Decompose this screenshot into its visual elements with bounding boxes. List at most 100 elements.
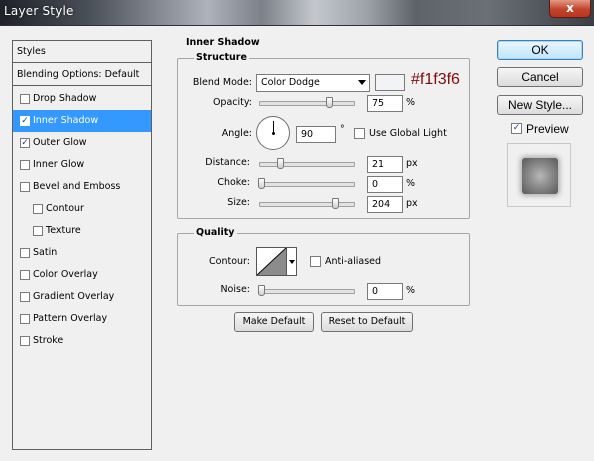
style-item-contour[interactable]: Contour bbox=[13, 198, 151, 220]
choke-label: Choke: bbox=[217, 177, 250, 188]
checkmark-icon: ✓ bbox=[21, 138, 29, 148]
styles-header[interactable]: Styles bbox=[13, 41, 151, 63]
style-item-label: Texture bbox=[46, 225, 81, 236]
style-item-checkbox[interactable] bbox=[20, 270, 30, 280]
opacity-slider-thumb[interactable] bbox=[325, 97, 333, 108]
angle-dial-center bbox=[272, 132, 275, 135]
style-item-checkbox[interactable] bbox=[20, 94, 30, 104]
style-item-satin[interactable]: Satin bbox=[13, 242, 151, 264]
style-item-label: Bevel and Emboss bbox=[33, 181, 121, 192]
noise-slider-thumb[interactable] bbox=[258, 285, 265, 296]
style-item-drop-shadow[interactable]: Drop Shadow bbox=[13, 88, 151, 110]
style-item-label: Inner Glow bbox=[33, 159, 85, 170]
style-item-label: Color Overlay bbox=[33, 269, 98, 280]
size-label: Size: bbox=[227, 197, 250, 208]
opacity-unit: % bbox=[406, 97, 416, 108]
size-unit: px bbox=[406, 198, 418, 209]
style-item-label: Stroke bbox=[33, 335, 64, 346]
style-item-checkbox[interactable]: ✓ bbox=[20, 116, 30, 126]
angle-dial[interactable] bbox=[256, 116, 290, 150]
style-item-label: Satin bbox=[33, 247, 58, 258]
opacity-slider[interactable] bbox=[259, 101, 355, 106]
angle-unit: ° bbox=[340, 124, 345, 135]
ok-button[interactable]: OK bbox=[497, 40, 583, 60]
style-item-label: Drop Shadow bbox=[33, 93, 97, 104]
contour-label: Contour: bbox=[209, 256, 250, 267]
cancel-button[interactable]: Cancel bbox=[497, 67, 583, 87]
choke-slider-thumb[interactable] bbox=[258, 178, 265, 189]
style-item-checkbox[interactable] bbox=[20, 336, 30, 346]
style-item-checkbox[interactable] bbox=[20, 314, 30, 324]
style-item-checkbox[interactable] bbox=[20, 292, 30, 302]
style-item-checkbox[interactable]: ✓ bbox=[20, 138, 30, 148]
style-item-label: Contour bbox=[46, 203, 84, 214]
contour-preview[interactable] bbox=[256, 247, 287, 276]
new-style-button[interactable]: New Style... bbox=[497, 95, 583, 115]
blend-mode-select[interactable]: Color Dodge bbox=[256, 74, 370, 92]
style-item-label: Pattern Overlay bbox=[33, 313, 108, 324]
distance-slider-thumb[interactable] bbox=[276, 158, 284, 169]
size-slider[interactable] bbox=[259, 202, 355, 207]
style-item-outer-glow[interactable]: ✓ Outer Glow bbox=[13, 132, 151, 154]
angle-label: Angle: bbox=[221, 128, 252, 139]
opacity-input[interactable]: 75 bbox=[367, 95, 403, 112]
style-item-inner-shadow[interactable]: ✓ Inner Shadow bbox=[13, 110, 151, 132]
preview-checkbox[interactable]: ✓ bbox=[511, 123, 522, 134]
style-item-texture[interactable]: Texture bbox=[13, 220, 151, 242]
choke-slider[interactable] bbox=[259, 182, 355, 187]
choke-unit: % bbox=[406, 178, 416, 189]
reset-to-default-button[interactable]: Reset to Default bbox=[321, 312, 413, 332]
close-button[interactable]: x bbox=[549, 0, 591, 18]
distance-input[interactable]: 21 bbox=[367, 156, 403, 173]
styles-header-label: Styles bbox=[17, 46, 46, 57]
blend-mode-value: Color Dodge bbox=[261, 77, 320, 88]
style-item-pattern-overlay[interactable]: Pattern Overlay bbox=[13, 308, 151, 330]
anti-aliased-checkbox[interactable] bbox=[310, 256, 321, 267]
distance-label: Distance: bbox=[205, 157, 250, 168]
choke-input[interactable]: 0 bbox=[367, 176, 403, 193]
distance-slider[interactable] bbox=[259, 162, 355, 167]
preview-label: Preview bbox=[526, 122, 569, 136]
anti-aliased-label: Anti-aliased bbox=[325, 256, 382, 267]
checkmark-icon: ✓ bbox=[21, 116, 29, 126]
contour-dropdown-button[interactable] bbox=[287, 247, 297, 276]
structure-title: Structure bbox=[194, 52, 249, 63]
style-item-gradient-overlay[interactable]: Gradient Overlay bbox=[13, 286, 151, 308]
angle-input[interactable]: 90 bbox=[296, 126, 336, 143]
blend-mode-label: Blend Mode: bbox=[192, 77, 252, 88]
noise-input[interactable]: 0 bbox=[367, 283, 403, 300]
use-global-light-checkbox[interactable] bbox=[354, 128, 365, 139]
window-title: Layer Style bbox=[4, 4, 74, 18]
quality-title: Quality bbox=[194, 227, 237, 238]
style-item-bevel-and-emboss[interactable]: Bevel and Emboss bbox=[13, 176, 151, 198]
size-slider-thumb[interactable] bbox=[331, 198, 339, 209]
quality-group bbox=[177, 233, 470, 306]
style-item-checkbox[interactable] bbox=[20, 160, 30, 170]
color-hex-annotation: #f1f3f6 bbox=[411, 71, 460, 88]
contour-curve-icon bbox=[256, 247, 287, 276]
shadow-color-swatch[interactable] bbox=[375, 74, 405, 91]
style-item-checkbox[interactable] bbox=[20, 248, 30, 258]
noise-unit: % bbox=[406, 285, 416, 296]
style-item-stroke[interactable]: Stroke bbox=[13, 330, 151, 352]
style-item-inner-glow[interactable]: Inner Glow bbox=[13, 154, 151, 176]
style-item-color-overlay[interactable]: Color Overlay bbox=[13, 264, 151, 286]
styles-list: Styles Blending Options: Default Drop Sh… bbox=[12, 40, 152, 450]
distance-unit: px bbox=[406, 158, 418, 169]
blending-options-item[interactable]: Blending Options: Default bbox=[13, 64, 151, 86]
noise-label: Noise: bbox=[220, 284, 250, 295]
style-item-label: Inner Shadow bbox=[33, 115, 99, 126]
make-default-button[interactable]: Make Default bbox=[234, 312, 314, 332]
use-global-light-label: Use Global Light bbox=[369, 128, 447, 139]
blending-options-label: Blending Options: Default bbox=[17, 69, 140, 80]
style-preview bbox=[507, 143, 571, 207]
style-item-checkbox[interactable] bbox=[20, 182, 30, 192]
inner-shadow-title: Inner Shadow bbox=[184, 37, 262, 48]
preview-swatch bbox=[522, 158, 558, 194]
style-item-checkbox[interactable] bbox=[33, 204, 43, 214]
noise-slider[interactable] bbox=[259, 289, 355, 294]
size-input[interactable]: 204 bbox=[367, 196, 403, 213]
style-item-checkbox[interactable] bbox=[33, 226, 43, 236]
title-bar: Layer Style x bbox=[0, 0, 594, 26]
style-item-label: Gradient Overlay bbox=[33, 291, 115, 302]
